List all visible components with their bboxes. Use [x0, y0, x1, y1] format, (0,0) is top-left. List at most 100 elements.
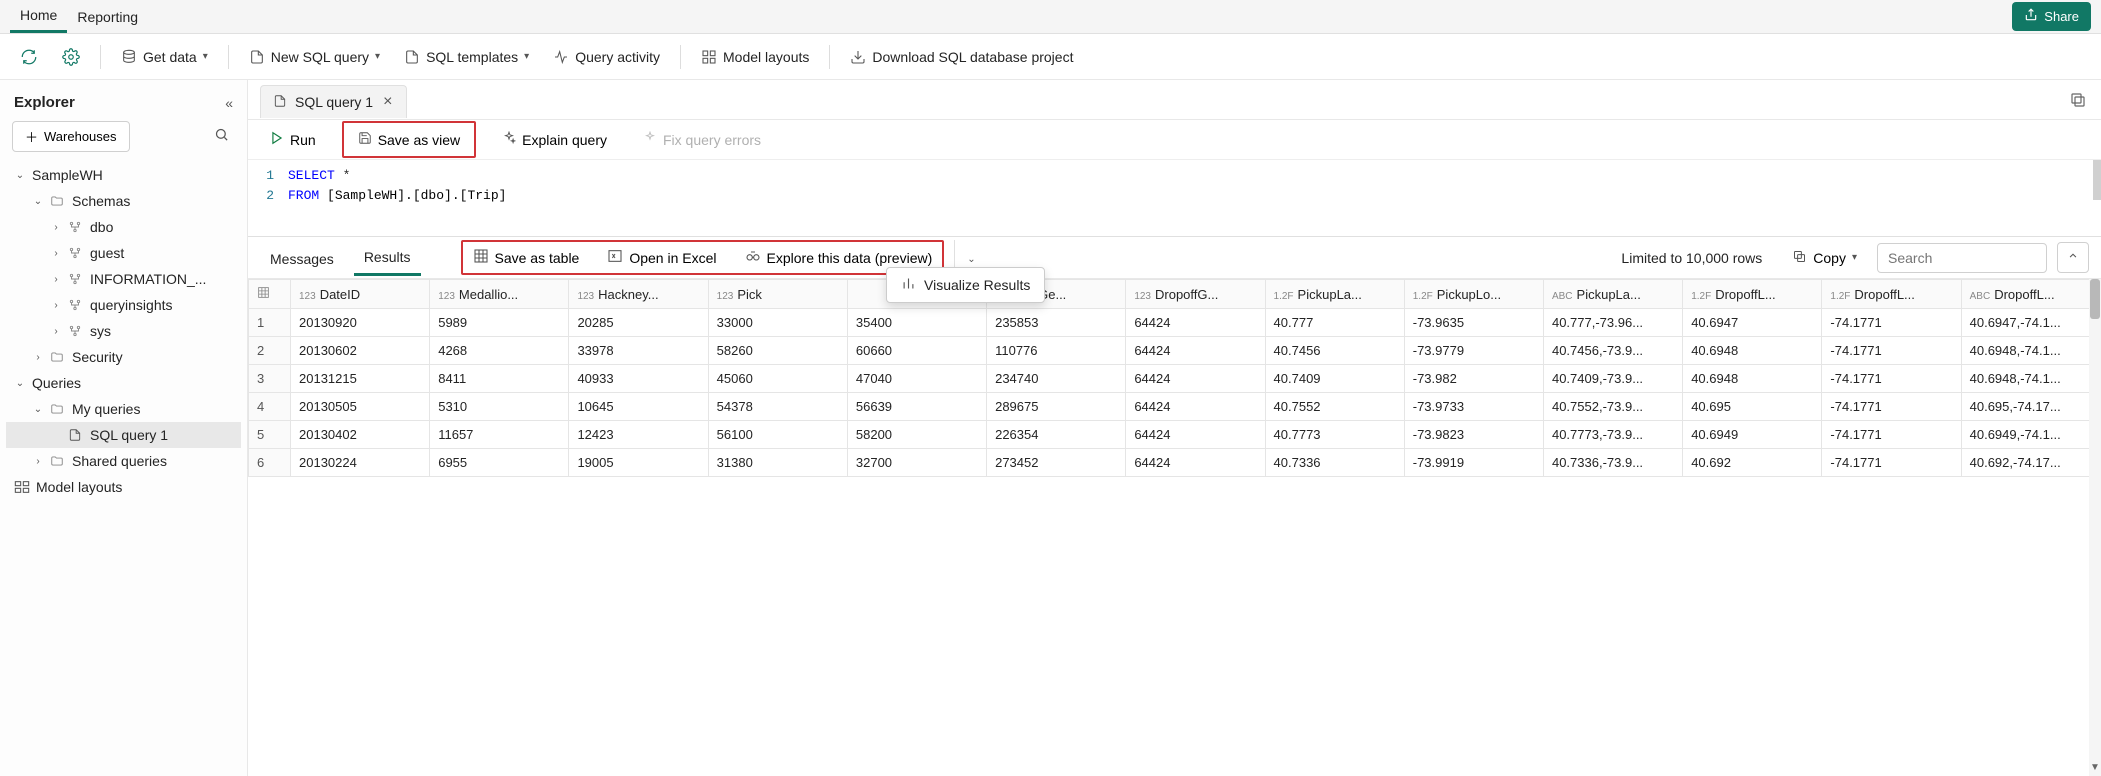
cell[interactable]: 40.7773,-73.9... — [1543, 421, 1682, 449]
column-header[interactable]: 1.2FDropoffL... — [1822, 280, 1961, 309]
cell[interactable]: 64424 — [1126, 365, 1265, 393]
cell[interactable]: 40.7773 — [1265, 421, 1404, 449]
cell[interactable]: 64424 — [1126, 449, 1265, 477]
cell[interactable]: -74.1771 — [1822, 337, 1961, 365]
cell[interactable]: 19005 — [569, 449, 708, 477]
cell[interactable]: 58260 — [708, 337, 847, 365]
tree-item-schemas[interactable]: ⌄Schemas — [6, 188, 241, 214]
cell[interactable]: 40.7456 — [1265, 337, 1404, 365]
cell[interactable]: -74.1771 — [1822, 365, 1961, 393]
settings-icon-button[interactable] — [52, 42, 90, 72]
cell[interactable]: 40.6947,-74.1... — [1961, 309, 2100, 337]
tab-reporting[interactable]: Reporting — [67, 2, 148, 32]
cell[interactable]: 20130402 — [291, 421, 430, 449]
column-header[interactable]: 123DateID — [291, 280, 430, 309]
tree-item-sql-query-1[interactable]: SQL query 1 — [6, 422, 241, 448]
cell[interactable]: 58200 — [847, 421, 986, 449]
cell[interactable]: 226354 — [987, 421, 1126, 449]
cell[interactable]: 40.7336,-73.9... — [1543, 449, 1682, 477]
cell[interactable]: 289675 — [987, 393, 1126, 421]
cell[interactable]: 273452 — [987, 449, 1126, 477]
query-activity-button[interactable]: Query activity — [543, 43, 670, 71]
cell[interactable]: 235853 — [987, 309, 1126, 337]
table-row[interactable]: 1201309205989202853300035400235853644244… — [249, 309, 2101, 337]
cell[interactable]: 56100 — [708, 421, 847, 449]
cell[interactable]: 40.7552,-73.9... — [1543, 393, 1682, 421]
scrollbar-thumb[interactable] — [2090, 279, 2100, 319]
sql-templates-button[interactable]: SQL templates ▾ — [394, 43, 539, 71]
tree-item-sys[interactable]: ›sys — [6, 318, 241, 344]
column-header[interactable]: ABCPickupLa... — [1543, 280, 1682, 309]
cell[interactable]: 40.6948,-74.1... — [1961, 365, 2100, 393]
tree-item-queryinsights[interactable]: ›queryinsights — [6, 292, 241, 318]
cell[interactable]: 60660 — [847, 337, 986, 365]
sql-editor[interactable]: 1SELECT * 2FROM [SampleWH].[dbo].[Trip] — [248, 160, 2101, 236]
tree-item-my-queries[interactable]: ⌄My queries — [6, 396, 241, 422]
cell[interactable]: 110776 — [987, 337, 1126, 365]
column-header[interactable]: 1.2FPickupLa... — [1265, 280, 1404, 309]
cell[interactable]: 45060 — [708, 365, 847, 393]
cell[interactable]: 8411 — [430, 365, 569, 393]
query-tab[interactable]: SQL query 1 × — [260, 85, 407, 118]
cell[interactable]: 20130602 — [291, 337, 430, 365]
tab-messages[interactable]: Messages — [260, 241, 344, 275]
cell[interactable]: 20130920 — [291, 309, 430, 337]
cell[interactable]: 40.6949 — [1683, 421, 1822, 449]
tree-item-model-layouts[interactable]: Model layouts — [6, 474, 241, 500]
grid-corner[interactable] — [249, 280, 291, 309]
explain-query-button[interactable]: Explain query — [492, 125, 617, 154]
cell[interactable]: 64424 — [1126, 309, 1265, 337]
cell[interactable]: 32700 — [847, 449, 986, 477]
cell[interactable]: 35400 — [847, 309, 986, 337]
tab-home[interactable]: Home — [10, 0, 67, 33]
scroll-down-arrow[interactable]: ▼ — [2089, 762, 2101, 776]
cell[interactable]: 40.6948 — [1683, 337, 1822, 365]
cell[interactable]: 234740 — [987, 365, 1126, 393]
explorer-search-button[interactable] — [214, 127, 235, 146]
cell[interactable]: 40.6948,-74.1... — [1961, 337, 2100, 365]
tree-item-queries[interactable]: ⌄Queries — [6, 370, 241, 396]
results-search-input[interactable] — [1877, 243, 2047, 273]
table-row[interactable]: 3201312158411409334506047040234740644244… — [249, 365, 2101, 393]
cell[interactable]: -74.1771 — [1822, 449, 1961, 477]
cell[interactable]: 40.6949,-74.1... — [1961, 421, 2100, 449]
column-header[interactable]: 123Pick — [708, 280, 847, 309]
run-button[interactable]: Run — [260, 125, 326, 154]
cell[interactable]: 20130224 — [291, 449, 430, 477]
cell[interactable]: -73.9919 — [1404, 449, 1543, 477]
collapse-panel-button[interactable]: « — [225, 95, 233, 111]
cell[interactable]: 40.7409 — [1265, 365, 1404, 393]
column-header[interactable]: 123DropoffG... — [1126, 280, 1265, 309]
tab-results[interactable]: Results — [354, 239, 421, 276]
cell[interactable]: -74.1771 — [1822, 309, 1961, 337]
cell[interactable]: 40.6947 — [1683, 309, 1822, 337]
tree-item-information-schema[interactable]: ›INFORMATION_... — [6, 266, 241, 292]
table-row[interactable]: 5201304021165712423561005820022635464424… — [249, 421, 2101, 449]
cell[interactable]: -73.9635 — [1404, 309, 1543, 337]
column-header[interactable]: 123Medallio... — [430, 280, 569, 309]
minimap[interactable] — [2093, 160, 2101, 200]
cell[interactable]: 54378 — [708, 393, 847, 421]
cell[interactable]: -73.982 — [1404, 365, 1543, 393]
expand-button[interactable] — [2057, 242, 2089, 273]
cell[interactable]: 56639 — [847, 393, 986, 421]
column-header[interactable]: 1.2FDropoffL... — [1683, 280, 1822, 309]
refresh-icon-button[interactable] — [10, 42, 48, 72]
cell[interactable]: 5310 — [430, 393, 569, 421]
cell[interactable]: 40.695,-74.17... — [1961, 393, 2100, 421]
cell[interactable]: 10645 — [569, 393, 708, 421]
copy-button[interactable]: Copy ▾ — [1782, 243, 1867, 273]
column-header[interactable]: 1.2FPickupLo... — [1404, 280, 1543, 309]
cell[interactable]: 11657 — [430, 421, 569, 449]
cell[interactable]: -73.9823 — [1404, 421, 1543, 449]
tree-item-guest[interactable]: ›guest — [6, 240, 241, 266]
cell[interactable]: 40.692,-74.17... — [1961, 449, 2100, 477]
cell[interactable]: 4268 — [430, 337, 569, 365]
open-excel-button[interactable]: Open in Excel — [599, 242, 724, 273]
cell[interactable]: 40.692 — [1683, 449, 1822, 477]
close-tab-button[interactable]: × — [381, 93, 394, 111]
cell[interactable]: -74.1771 — [1822, 421, 1961, 449]
cell[interactable]: 40933 — [569, 365, 708, 393]
tree-item-shared-queries[interactable]: ›Shared queries — [6, 448, 241, 474]
tree-item-samplewh[interactable]: ⌄SampleWH — [6, 162, 241, 188]
